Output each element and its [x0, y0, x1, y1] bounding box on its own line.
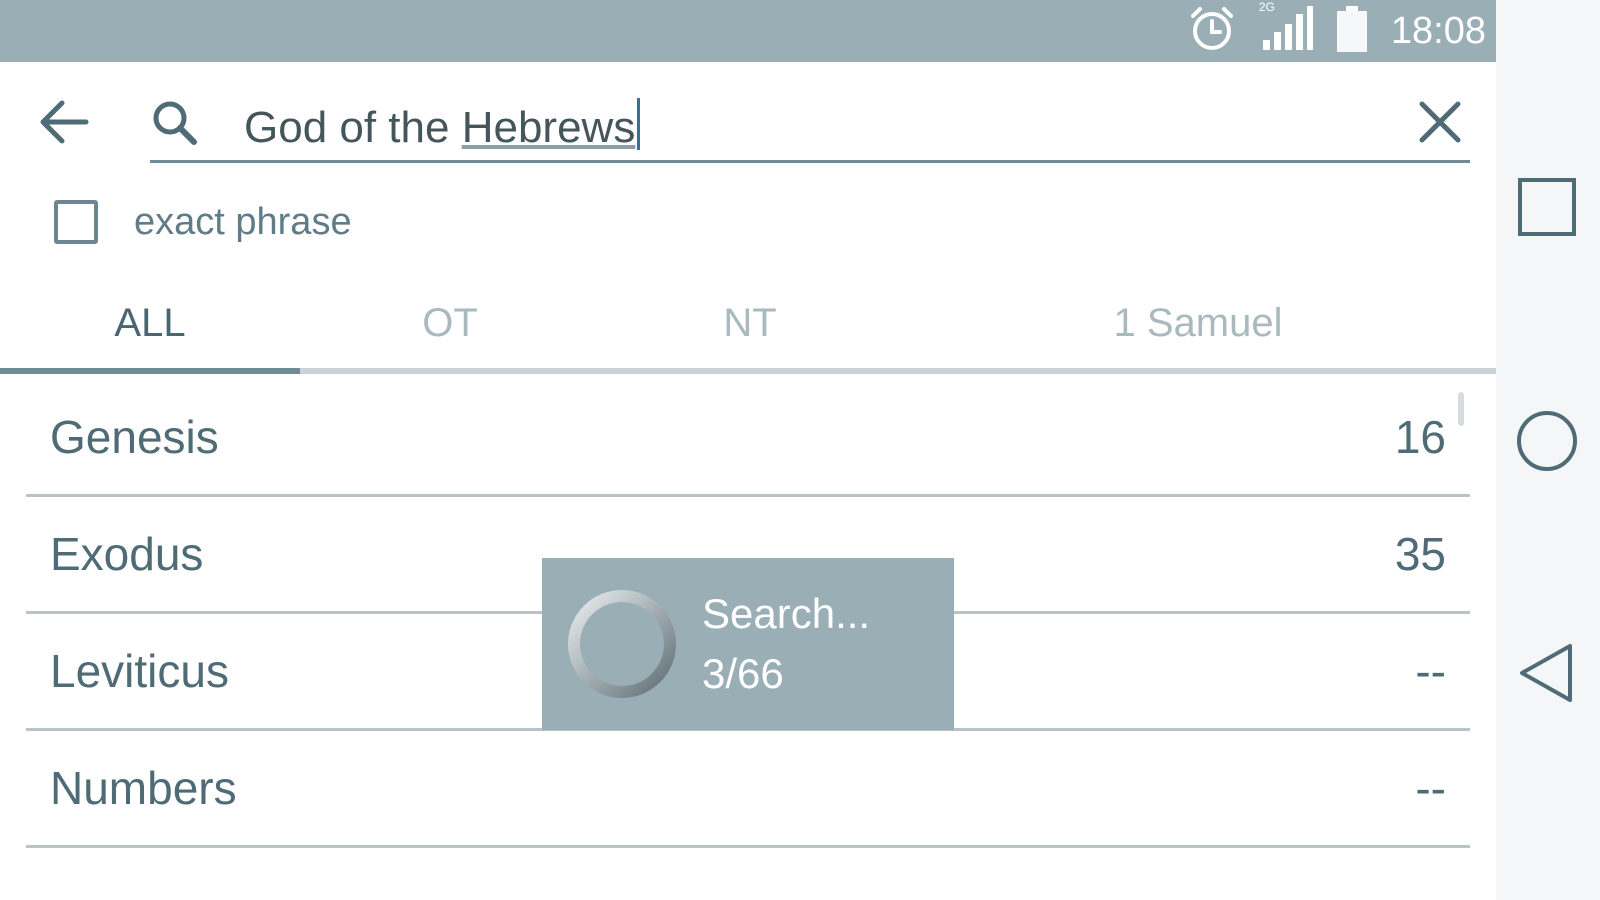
home-icon [1515, 409, 1579, 478]
search-screen: God of the Hebrews exact phrase ALL OT N… [0, 62, 1496, 900]
search-query: God of the [244, 103, 462, 152]
status-icons: 2G 18:08 [1187, 0, 1486, 62]
clear-button[interactable] [1412, 96, 1468, 152]
battery-icon [1335, 4, 1369, 59]
exact-phrase-label: exact phrase [134, 200, 352, 243]
match-count: 16 [1394, 411, 1446, 463]
match-count: -- [1415, 762, 1446, 814]
book-name: Leviticus [50, 645, 229, 697]
exact-phrase-checkbox[interactable] [54, 200, 98, 244]
home-button[interactable] [1514, 410, 1580, 476]
tab-all[interactable]: ALL [0, 278, 300, 374]
recent-apps-button[interactable] [1514, 176, 1580, 242]
search-progress-dialog: Search... 3/66 [542, 558, 954, 730]
back-nav-button[interactable] [1514, 642, 1580, 708]
network-type: 2G [1258, 0, 1275, 14]
tab-ot[interactable]: OT [300, 278, 600, 368]
progress-title: Search... [702, 590, 871, 637]
back-nav-icon [1516, 640, 1578, 711]
signal-icon: 2G [1259, 0, 1313, 59]
alarm-icon [1187, 4, 1237, 59]
search-input[interactable]: God of the Hebrews [244, 98, 641, 153]
navigation-bar [1496, 0, 1600, 900]
status-time: 18:08 [1390, 9, 1486, 52]
exact-phrase-option[interactable]: exact phrase [54, 194, 352, 250]
tab-1-samuel[interactable]: 1 Samuel [900, 278, 1496, 368]
match-count: 35 [1394, 528, 1446, 580]
list-item[interactable]: Numbers -- [26, 731, 1470, 848]
progress-count: 3/66 [702, 650, 784, 697]
book-name: Genesis [50, 411, 219, 463]
status-bar: 2G 18:08 [0, 0, 1496, 62]
match-count: -- [1415, 645, 1446, 697]
tab-nt[interactable]: NT [600, 278, 900, 368]
list-item[interactable]: Genesis 16 [26, 380, 1470, 497]
search-icon [150, 98, 200, 148]
close-icon [1418, 100, 1462, 149]
book-name: Numbers [50, 762, 237, 814]
back-button[interactable] [34, 94, 94, 154]
search-query-composing: Hebrews [461, 103, 636, 152]
text-cursor [637, 98, 641, 150]
book-name: Exodus [50, 528, 204, 580]
arrow-left-icon [38, 99, 90, 150]
recent-apps-icon [1516, 176, 1578, 243]
search-bar: God of the Hebrews [150, 88, 1470, 163]
loading-spinner-icon [564, 586, 680, 702]
scope-tabs: ALL OT NT 1 Samuel [0, 278, 1496, 374]
